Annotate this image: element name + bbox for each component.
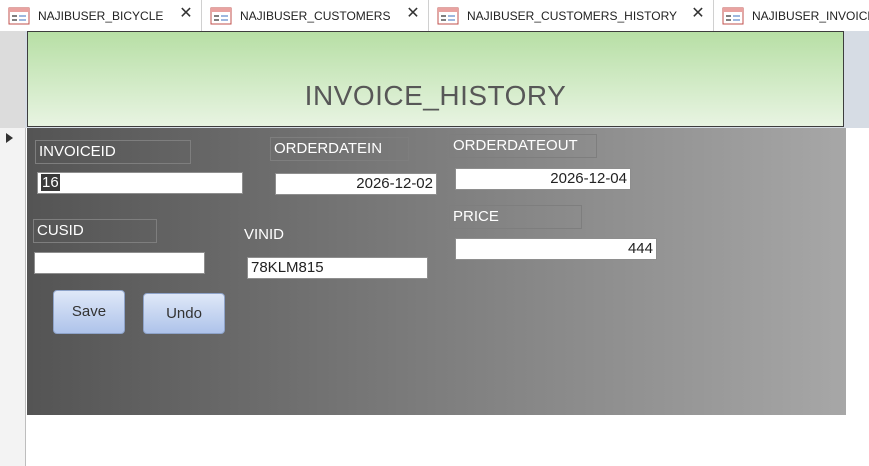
current-record-arrow-icon[interactable] [6, 133, 13, 143]
header-gutter [0, 31, 25, 128]
close-icon[interactable]: ✕ [179, 6, 193, 22]
orderdateout-field[interactable]: 2026-12-04 [455, 168, 631, 190]
orderdatein-label: ORDERDATEIN [270, 137, 409, 161]
tab-label: NAJIBUSER_CUSTOMERS [240, 8, 391, 23]
cusid-label: CUSID [33, 219, 157, 243]
form-icon [437, 7, 459, 24]
tab-najibuser-bicycle[interactable]: NAJIBUSER_BICYCLE ✕ [0, 0, 202, 31]
form-icon [210, 7, 232, 24]
close-icon[interactable]: ✕ [406, 6, 420, 22]
tab-label: NAJIBUSER_BICYCLE [38, 8, 164, 23]
invoiceid-value: 16 [41, 174, 60, 191]
orderdateout-label: ORDERDATEOUT [449, 134, 597, 158]
form-header: INVOICE_HISTORY [27, 31, 844, 127]
price-label: PRICE [449, 205, 582, 229]
form-title: INVOICE_HISTORY [304, 80, 567, 111]
undo-button[interactable]: Undo [143, 293, 225, 334]
invoiceid-field[interactable]: 16 [37, 172, 243, 194]
document-tab-bar: NAJIBUSER_BICYCLE ✕ NAJIBUSER_CUSTOMERS … [0, 0, 869, 32]
close-icon[interactable]: ✕ [691, 6, 705, 22]
tab-najibuser-customers-history[interactable]: NAJIBUSER_CUSTOMERS_HISTORY ✕ [429, 0, 714, 31]
form-detail-section: INVOICEID 16 ORDERDATEIN 2026-12-02 ORDE… [27, 128, 846, 415]
orderdatein-field[interactable]: 2026-12-02 [275, 173, 437, 195]
invoiceid-label: INVOICEID [35, 140, 191, 164]
vinid-label: VINID [244, 226, 285, 243]
form-icon [8, 7, 30, 24]
cusid-field[interactable] [34, 252, 205, 274]
price-field[interactable]: 444 [455, 238, 657, 260]
save-button[interactable]: Save [53, 290, 125, 334]
form-icon [722, 7, 744, 24]
vinid-field[interactable]: 78KLM815 [247, 257, 428, 279]
tab-najibuser-invoice[interactable]: NAJIBUSER_INVOICE [714, 0, 869, 31]
tab-label: NAJIBUSER_INVOICE [752, 8, 869, 23]
tab-label: NAJIBUSER_CUSTOMERS_HISTORY [467, 8, 678, 23]
tab-najibuser-customers[interactable]: NAJIBUSER_CUSTOMERS ✕ [202, 0, 429, 31]
